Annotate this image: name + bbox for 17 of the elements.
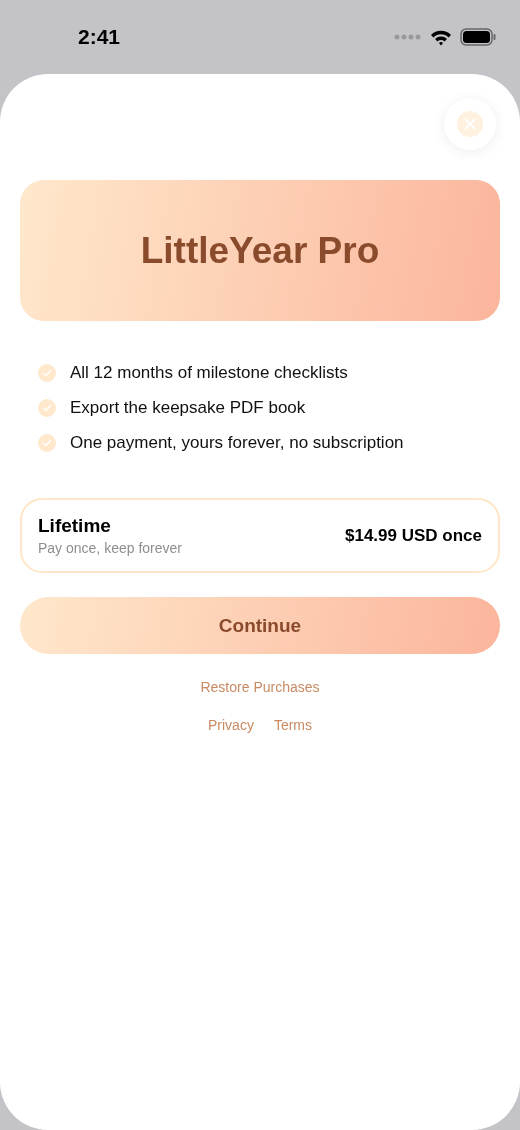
feature-text: All 12 months of milestone checklists: [70, 363, 348, 383]
footer-link[interactable]: Privacy: [208, 717, 254, 733]
feature-text: One payment, yours forever, no subscription: [70, 433, 404, 453]
close-icon: [457, 111, 483, 137]
continue-button[interactable]: Continue: [20, 597, 500, 654]
status-time: 2:41: [78, 25, 121, 49]
plan-price: $14.99 USD once: [345, 525, 482, 546]
footer-link[interactable]: Terms: [273, 717, 312, 733]
plan-name: Lifetime: [38, 515, 112, 537]
plan-option[interactable]: Lifetime Pay once, keep forever $14.99 USD once: [20, 498, 500, 573]
restore-link[interactable]: Restore Purchases: [200, 679, 320, 695]
feature-text: Export the keepsake PDF book: [70, 398, 306, 418]
battery-icon: [460, 28, 496, 46]
plan-subtitle: Pay once, keep forever: [38, 540, 182, 556]
signal-icon: [394, 34, 422, 40]
wifi-icon: [430, 28, 452, 46]
paywall-title: LittleYear Pro: [140, 229, 380, 272]
